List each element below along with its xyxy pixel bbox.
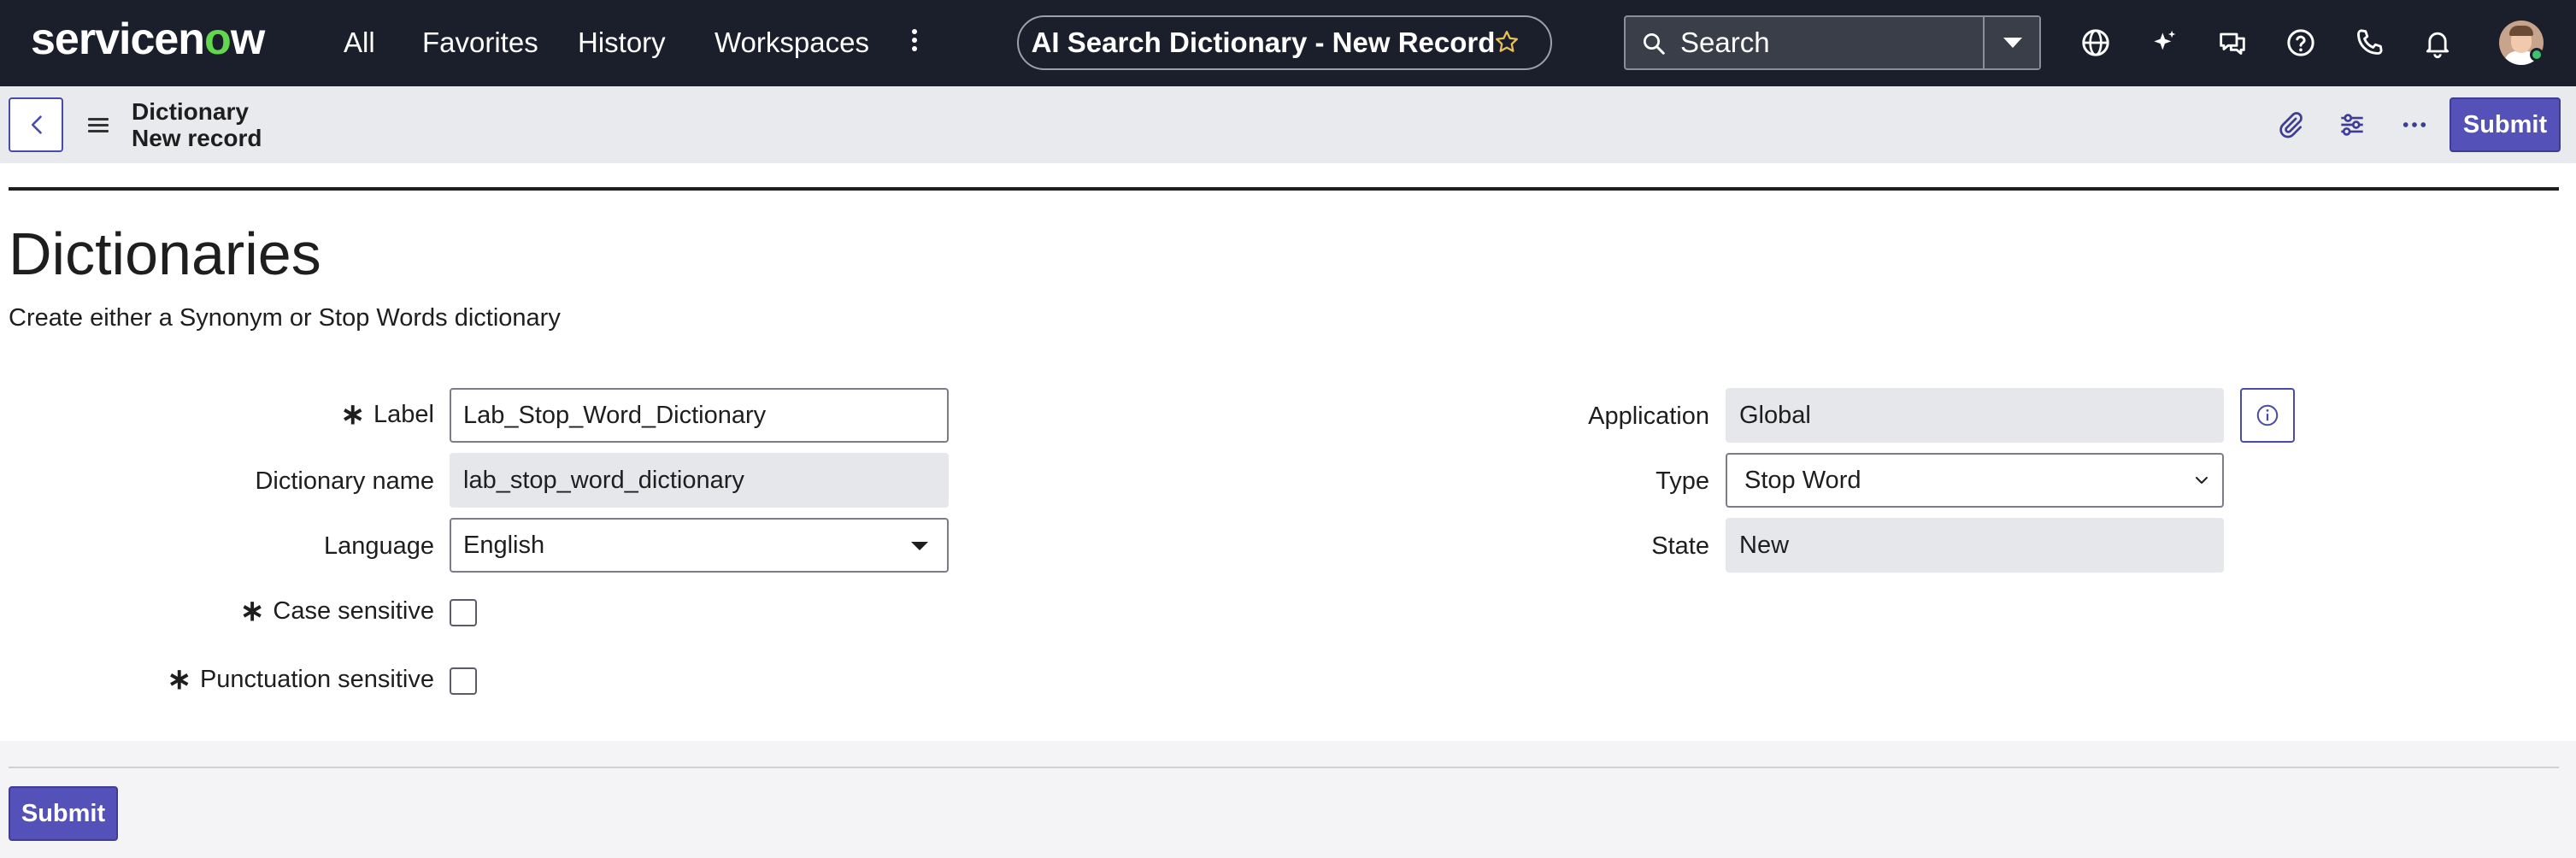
favorite-star-icon[interactable] — [1494, 29, 1520, 55]
info-icon — [2256, 404, 2279, 426]
application-field: Global — [1726, 388, 2224, 443]
nav-history[interactable]: History — [578, 24, 666, 62]
phone-icon[interactable] — [2352, 26, 2386, 60]
language-label: Language — [323, 532, 434, 560]
record-title: AI Search Dictionary - New Record — [1031, 26, 1496, 58]
dictionary-name-field: lab_stop_word_dictionary — [450, 453, 949, 508]
nav-favorites[interactable]: Favorites — [422, 24, 538, 62]
presence-status-dot — [2530, 48, 2544, 62]
chevron-left-icon — [31, 115, 42, 134]
more-options-icon[interactable] — [2398, 109, 2431, 141]
caret-down-icon — [911, 542, 928, 550]
more-menu-icon[interactable] — [906, 26, 923, 60]
breadcrumb-record: New record — [132, 125, 262, 151]
submit-button-header[interactable]: Submit — [2450, 97, 2561, 152]
state-label: State — [1651, 532, 1709, 560]
attachment-paperclip-icon[interactable] — [2273, 109, 2306, 141]
notifications-bell-icon[interactable] — [2420, 26, 2455, 60]
personalize-sliders-icon[interactable] — [2336, 109, 2368, 141]
context-menu-icon[interactable] — [88, 118, 109, 133]
application-label: Application — [1588, 403, 1709, 430]
search-icon — [1644, 33, 1665, 55]
case-sensitive-label: ∗ Case sensitive — [239, 595, 434, 627]
chat-icon[interactable] — [2215, 26, 2250, 60]
back-button[interactable] — [9, 97, 63, 152]
page-subtitle: Create either a Synonym or Stop Words di… — [9, 304, 561, 332]
required-marker: ∗ — [340, 398, 366, 431]
case-sensitive-checkbox[interactable] — [450, 599, 477, 626]
nav-all[interactable]: All — [344, 24, 375, 62]
type-value: Stop Word — [1744, 467, 1861, 494]
nav-workspaces[interactable]: Workspaces — [715, 24, 869, 62]
global-search[interactable]: Search — [1624, 15, 2041, 70]
label-field-label: ∗ Label — [340, 398, 434, 431]
chevron-down-icon — [2196, 477, 2208, 484]
servicenow-logo[interactable]: servicenow — [31, 14, 265, 65]
globe-icon[interactable] — [2079, 26, 2113, 60]
required-marker: ∗ — [167, 663, 191, 696]
punctuation-sensitive-checkbox[interactable] — [450, 667, 477, 695]
record-title-pill[interactable]: AI Search Dictionary - New Record — [1017, 15, 1552, 70]
form-body: Dictionaries Create either a Synonym or … — [0, 163, 2576, 741]
sparkle-ai-icon[interactable] — [2147, 26, 2181, 60]
top-navigation-bar: servicenow All Favorites History Workspa… — [0, 0, 2576, 86]
application-info-button[interactable] — [2240, 388, 2295, 443]
help-icon[interactable] — [2284, 26, 2318, 60]
punctuation-sensitive-label: ∗ Punctuation sensitive — [167, 663, 434, 696]
search-input[interactable]: Search — [1680, 17, 1770, 68]
search-scope-dropdown[interactable] — [1983, 17, 2039, 68]
type-select[interactable]: Stop Word — [1726, 453, 2224, 508]
breadcrumb-table: Dictionary — [132, 98, 249, 125]
label-input[interactable]: Lab_Stop_Word_Dictionary — [450, 388, 949, 443]
footer-divider — [9, 767, 2559, 768]
form-header-bar: Dictionary New record Submit — [0, 86, 2576, 163]
dictionary-name-label: Dictionary name — [255, 467, 434, 495]
language-value: English — [463, 532, 545, 559]
language-select[interactable]: English — [450, 518, 949, 573]
required-marker: ∗ — [239, 595, 265, 627]
submit-button-footer[interactable]: Submit — [9, 786, 118, 841]
page-title: Dictionaries — [9, 220, 321, 287]
section-divider — [9, 187, 2559, 191]
state-field: New — [1726, 518, 2224, 573]
type-label: Type — [1656, 467, 1709, 495]
